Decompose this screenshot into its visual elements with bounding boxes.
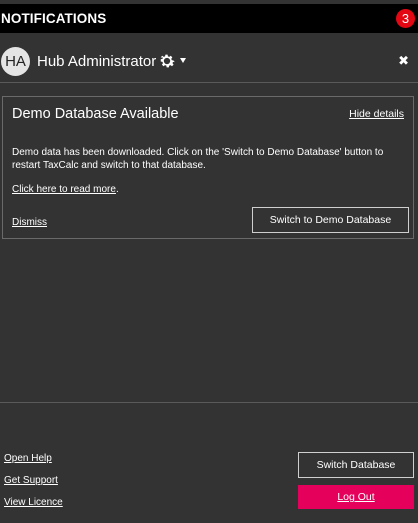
notifications-header: NOTIFICATIONS 3 <box>0 4 418 33</box>
switch-to-demo-database-button[interactable]: Switch to Demo Database <box>252 207 409 233</box>
read-more-suffix: . <box>115 184 119 195</box>
notification-card: Demo Database Available Hide details Dem… <box>2 96 414 239</box>
close-icon[interactable]: ✖ <box>398 53 409 69</box>
gear-icon[interactable] <box>157 51 177 71</box>
user-name: Hub Administrator <box>37 53 157 70</box>
log-out-button[interactable]: Log Out <box>298 485 414 509</box>
caret-down-icon[interactable] <box>180 58 186 63</box>
header-title: NOTIFICATIONS <box>1 11 107 26</box>
switch-database-button[interactable]: Switch Database <box>298 452 414 478</box>
dismiss-link[interactable]: Dismiss <box>12 217 47 228</box>
notification-body: Demo data has been downloaded. Click on … <box>12 147 384 171</box>
user-row: HA Hub Administrator ✖ <box>0 33 418 83</box>
hide-details-link[interactable]: Hide details <box>349 108 404 120</box>
read-more-link[interactable]: Click here to read more <box>12 184 116 195</box>
notification-title: Demo Database Available <box>12 106 179 122</box>
footer-divider <box>0 402 418 403</box>
avatar[interactable]: HA <box>1 47 30 76</box>
notification-count-badge[interactable]: 3 <box>396 9 415 28</box>
open-help-link[interactable]: Open Help <box>4 453 52 464</box>
get-support-link[interactable]: Get Support <box>4 475 58 486</box>
read-more-line: Click here to read more. <box>12 184 119 195</box>
view-licence-link[interactable]: View Licence <box>4 497 63 508</box>
